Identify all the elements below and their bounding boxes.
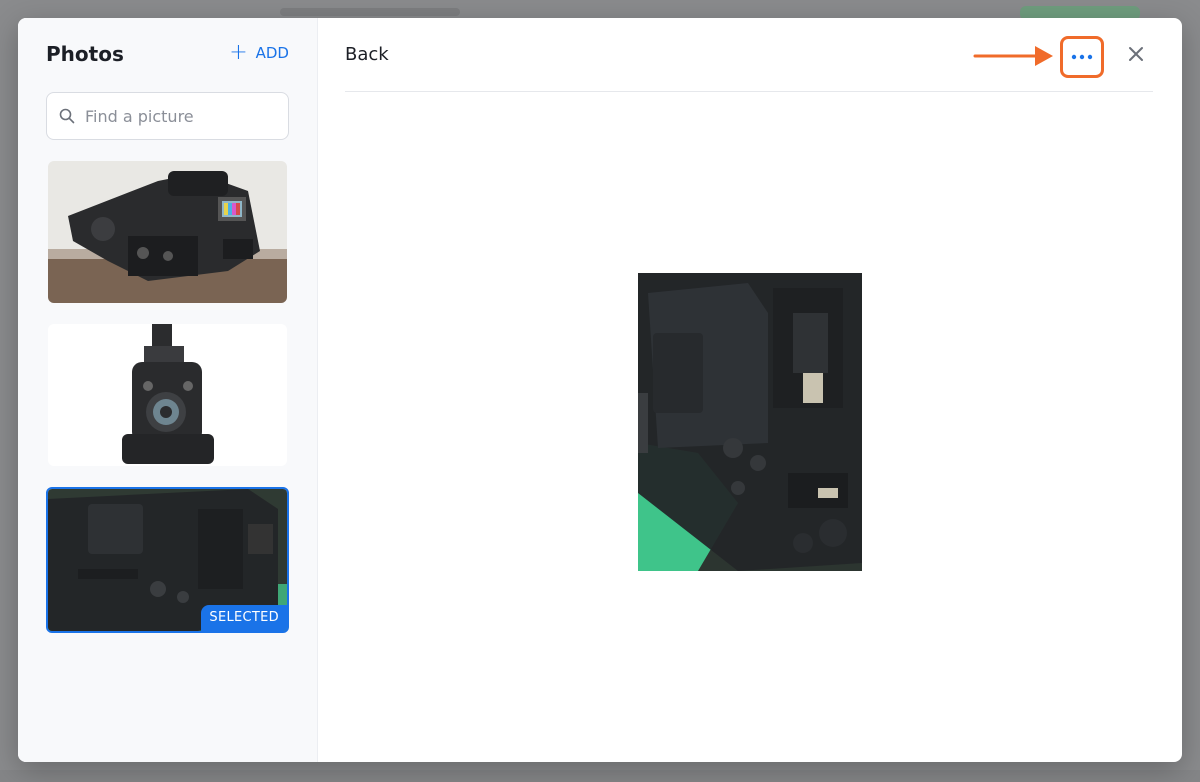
- add-label: ADD: [255, 44, 289, 62]
- photo-preview: [638, 273, 862, 571]
- search-input[interactable]: [85, 106, 275, 126]
- background-header: [100, 0, 1200, 20]
- search-field[interactable]: [46, 92, 289, 140]
- photos-sidebar: Photos + ADD Find a picture SELECTED: [18, 18, 318, 762]
- camera-photo-icon: [48, 324, 287, 466]
- header-divider: [345, 91, 1153, 92]
- sidebar-title: Photos: [46, 42, 124, 66]
- close-icon[interactable]: [1126, 44, 1146, 64]
- photos-modal: Photos + ADD Find a picture SELECTED Bac…: [18, 18, 1182, 762]
- photo-thumbnail[interactable]: [48, 161, 287, 303]
- photo-viewer: Back: [318, 18, 1182, 762]
- background-footer: [0, 770, 1200, 782]
- arrow-right-icon: [973, 46, 1053, 66]
- camera-photo-icon: [48, 161, 287, 303]
- selected-badge: SELECTED: [201, 605, 287, 631]
- search-icon: [59, 108, 75, 124]
- add-photo-button[interactable]: + ADD: [229, 40, 289, 65]
- more-options-button[interactable]: [1060, 36, 1104, 78]
- photo-thumbnail-selected[interactable]: SELECTED: [46, 487, 289, 633]
- back-button[interactable]: Back: [345, 44, 389, 65]
- ellipsis-icon: [1071, 54, 1093, 60]
- background-text: [280, 8, 460, 16]
- plus-icon: +: [229, 40, 248, 65]
- photo-thumbnail[interactable]: [48, 324, 287, 466]
